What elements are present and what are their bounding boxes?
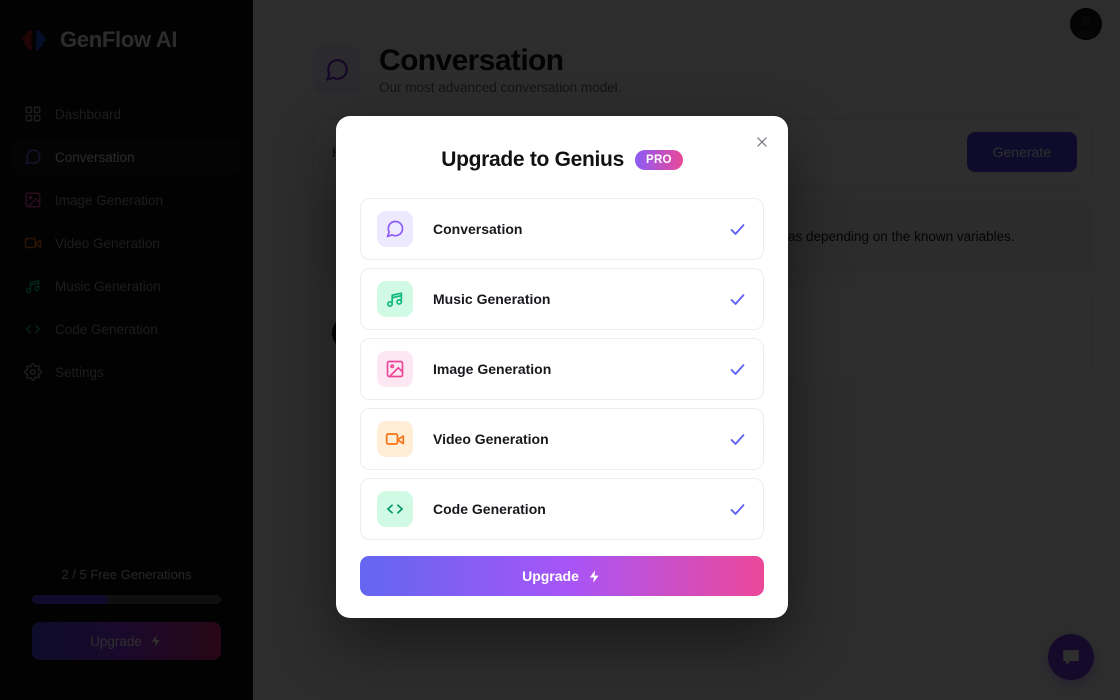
image-icon xyxy=(386,360,404,378)
tool-row-video-generation[interactable]: Video Generation xyxy=(360,408,764,470)
tool-label: Code Generation xyxy=(433,501,546,517)
tool-label: Video Generation xyxy=(433,431,549,447)
tool-label: Conversation xyxy=(433,221,523,237)
tool-label: Music Generation xyxy=(433,291,551,307)
tool-row-image-generation[interactable]: Image Generation xyxy=(360,338,764,400)
code-icon xyxy=(387,504,403,514)
close-icon xyxy=(757,137,767,147)
tool-row-conversation[interactable]: Conversation xyxy=(360,198,764,260)
tool-row-code-generation[interactable]: Code Generation xyxy=(360,478,764,540)
modal-title: Upgrade to Genius xyxy=(441,148,624,171)
tool-list: Conversation Music Generation Image Genera… xyxy=(360,198,764,540)
code-icon-tile xyxy=(377,491,413,527)
modal-upgrade-button[interactable]: Upgrade xyxy=(360,556,764,596)
tool-label: Image Generation xyxy=(433,361,552,377)
chat-icon xyxy=(386,220,404,238)
close-button[interactable] xyxy=(752,132,772,152)
check-icon xyxy=(730,293,745,305)
image-icon-tile xyxy=(377,351,413,387)
video-icon-tile xyxy=(377,421,413,457)
music-note-icon xyxy=(387,292,403,307)
pro-badge: PRO xyxy=(634,150,683,170)
video-icon xyxy=(385,433,405,445)
upgrade-modal: Upgrade to Genius PRO Conversation Music … xyxy=(336,116,788,618)
chat-icon-tile xyxy=(377,211,413,247)
check-icon xyxy=(730,363,745,375)
music-note-icon-tile xyxy=(377,281,413,317)
check-icon xyxy=(730,223,745,235)
tool-row-music-generation[interactable]: Music Generation xyxy=(360,268,764,330)
lightning-bolt-icon xyxy=(589,569,599,583)
app-root: GenFlow AI DashboardConversationImage Ge… xyxy=(0,0,1120,700)
check-icon xyxy=(730,503,745,515)
modal-upgrade-label: Upgrade xyxy=(522,568,579,584)
modal-header: Upgrade to Genius PRO xyxy=(360,148,764,172)
check-icon xyxy=(730,433,745,445)
